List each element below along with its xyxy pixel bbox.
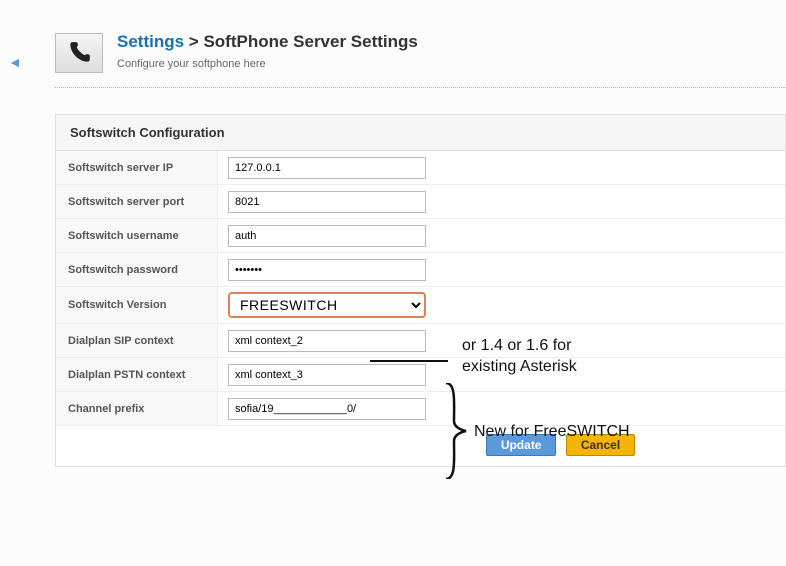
select-version[interactable]: FREESWITCH xyxy=(228,292,426,318)
label-sip-context: Dialplan SIP context xyxy=(56,324,218,357)
breadcrumb: Settings > SoftPhone Server Settings xyxy=(117,32,418,52)
row-channel-prefix: Channel prefix xyxy=(56,392,785,426)
row-password: Softswitch password xyxy=(56,253,785,287)
row-server-port: Softswitch server port xyxy=(56,185,785,219)
label-channel-prefix: Channel prefix xyxy=(56,392,218,425)
breadcrumb-settings-link[interactable]: Settings xyxy=(117,32,184,51)
update-button[interactable]: Update xyxy=(486,434,557,456)
input-server-ip[interactable] xyxy=(228,157,426,179)
input-username[interactable] xyxy=(228,225,426,247)
row-username: Softswitch username xyxy=(56,219,785,253)
input-password[interactable] xyxy=(228,259,426,281)
button-row: Update Cancel xyxy=(56,426,785,466)
label-server-ip: Softswitch server IP xyxy=(56,151,218,184)
input-server-port[interactable] xyxy=(228,191,426,213)
input-pstn-context[interactable] xyxy=(228,364,426,386)
label-server-port: Softswitch server port xyxy=(56,185,218,218)
breadcrumb-sep: > xyxy=(184,32,203,51)
label-password: Softswitch password xyxy=(56,253,218,286)
row-version: Softswitch Version FREESWITCH xyxy=(56,287,785,324)
phone-icon xyxy=(55,33,103,73)
input-sip-context[interactable] xyxy=(228,330,426,352)
page-subtitle: Configure your softphone here xyxy=(117,58,418,70)
label-version: Softswitch Version xyxy=(56,287,218,323)
row-server-ip: Softswitch server IP xyxy=(56,151,785,185)
input-channel-prefix[interactable] xyxy=(228,398,426,420)
page-header: Settings > SoftPhone Server Settings Con… xyxy=(55,30,786,88)
page-title: SoftPhone Server Settings xyxy=(203,32,417,51)
label-pstn-context: Dialplan PSTN context xyxy=(56,358,218,391)
config-panel: Softswitch Configuration Softswitch serv… xyxy=(55,114,786,467)
back-icon[interactable]: ◄ xyxy=(8,54,22,70)
cancel-button[interactable]: Cancel xyxy=(566,434,635,456)
row-pstn-context: Dialplan PSTN context xyxy=(56,358,785,392)
label-username: Softswitch username xyxy=(56,219,218,252)
row-sip-context: Dialplan SIP context xyxy=(56,324,785,358)
panel-title: Softswitch Configuration xyxy=(56,115,785,151)
